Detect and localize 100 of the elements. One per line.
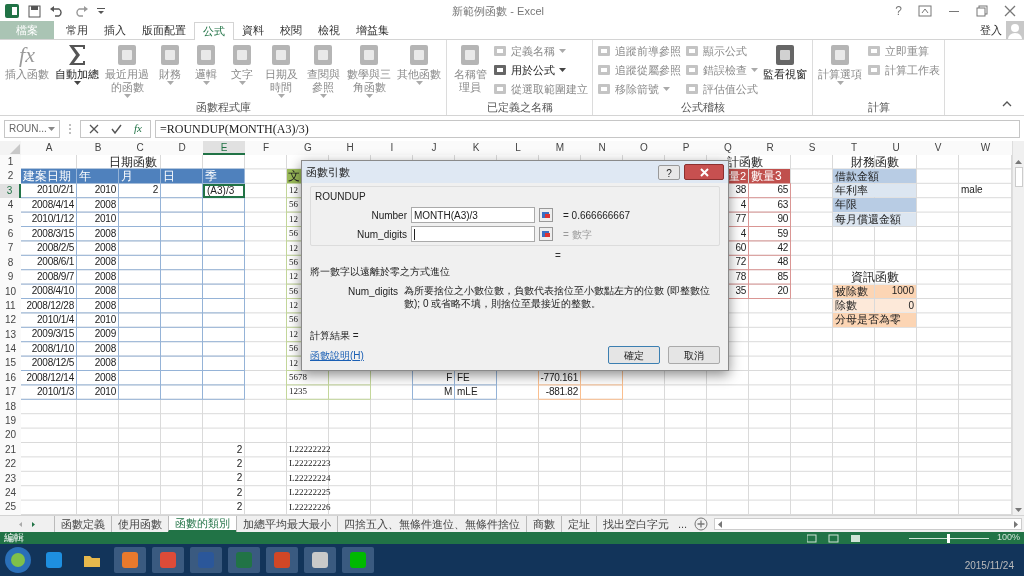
- ribbon-button[interactable]: 監看視窗: [762, 42, 808, 81]
- table-cell-text: 2008/12/28: [25, 298, 75, 313]
- row-header[interactable]: 9: [0, 270, 21, 285]
- help-link[interactable]: 函數說明(H): [310, 347, 364, 363]
- ok-button[interactable]: 確定: [608, 346, 660, 364]
- column-header[interactable]: U: [875, 141, 917, 155]
- horizontal-scrollbar[interactable]: [714, 518, 1022, 530]
- customize-icon[interactable]: [97, 7, 105, 15]
- table-cell-text: 12: [288, 270, 299, 284]
- taskbar-button[interactable]: [304, 547, 336, 573]
- column-header[interactable]: G: [287, 141, 329, 155]
- formula-input[interactable]: =ROUNDUP(MONTH(A3)/3): [154, 119, 1020, 138]
- enter-icon[interactable]: [111, 123, 122, 134]
- zoom-slider[interactable]: [908, 533, 989, 543]
- column-header[interactable]: S: [791, 141, 833, 155]
- column-header[interactable]: N: [581, 141, 623, 155]
- column-header[interactable]: R: [749, 141, 791, 155]
- column-header[interactable]: O: [623, 141, 665, 155]
- column-header[interactable]: A: [21, 141, 77, 155]
- table-cell-text: 5678: [288, 371, 308, 385]
- row-header[interactable]: 20: [0, 428, 21, 443]
- argument-field[interactable]: [411, 226, 535, 242]
- tile-icon: [867, 44, 881, 58]
- calculation-result: 計算結果 =: [310, 329, 359, 343]
- row-header[interactable]: 25: [0, 500, 21, 515]
- table-cell-text: 4: [739, 226, 747, 241]
- cancel-icon[interactable]: [89, 123, 99, 134]
- redo-icon[interactable]: [73, 5, 89, 17]
- column-header[interactable]: F: [245, 141, 287, 155]
- sheet-tab[interactable]: 函數的類別: [168, 516, 236, 532]
- insert-function-button[interactable]: fx: [134, 120, 142, 137]
- column-header[interactable]: M: [539, 141, 581, 155]
- ribbon-tab[interactable]: 插入: [96, 21, 134, 39]
- column-header[interactable]: D: [161, 141, 203, 155]
- row-header[interactable]: 7: [0, 241, 21, 256]
- ribbon-button[interactable]: 自動加總: [54, 42, 100, 85]
- column-header[interactable]: E: [203, 141, 245, 155]
- scroll-down-icon[interactable]: [1015, 507, 1022, 513]
- collapse-dialog-icon[interactable]: [539, 227, 553, 241]
- ribbon-tab[interactable]: 增益集: [348, 21, 397, 39]
- field-label: 年限: [833, 198, 916, 212]
- sign-in-link[interactable]: 登入: [976, 22, 1006, 39]
- help-button[interactable]: ?: [658, 164, 680, 180]
- vertical-scrollbar[interactable]: [1012, 141, 1024, 515]
- new-sheet-icon[interactable]: [694, 517, 709, 531]
- scroll-up-icon[interactable]: [1015, 159, 1022, 165]
- ribbon-tab[interactable]: 版面配置: [134, 21, 194, 39]
- column-header[interactable]: T: [833, 141, 875, 155]
- table-cell-text: 2008/6/1: [36, 255, 75, 270]
- column-header[interactable]: I: [371, 141, 413, 155]
- table-cell-text: 2008: [93, 241, 117, 255]
- start-button[interactable]: [4, 546, 32, 574]
- column-header[interactable]: Q: [707, 141, 749, 155]
- save-icon[interactable]: [28, 4, 41, 18]
- cancel-button[interactable]: 取消: [668, 346, 720, 364]
- scroll-left-icon[interactable]: [717, 520, 723, 528]
- collapse-dialog-icon[interactable]: [539, 208, 553, 222]
- ribbon-tab[interactable]: 校閱: [272, 21, 310, 39]
- more-tabs-button[interactable]: ...: [675, 516, 691, 532]
- close-button[interactable]: [684, 164, 724, 180]
- table-cell-text: L22222226: [288, 500, 328, 514]
- restore-icon[interactable]: [976, 5, 988, 17]
- ribbon-tab[interactable]: 常用: [58, 21, 96, 39]
- ribbon-tab[interactable]: 檢視: [310, 21, 348, 39]
- undo-icon[interactable]: [49, 5, 65, 17]
- ribbon-button[interactable]: 用於公式: [493, 62, 588, 78]
- column-header[interactable]: W: [959, 141, 1012, 155]
- grip-icon: [68, 122, 72, 135]
- taskbar-date: 2015/11/24: [964, 559, 1014, 573]
- row-header[interactable]: 2: [0, 169, 21, 184]
- row-header[interactable]: 15: [0, 356, 21, 371]
- column-header[interactable]: V: [917, 141, 959, 155]
- column-header[interactable]: K: [455, 141, 497, 155]
- ribbon-display-icon[interactable]: [918, 5, 932, 17]
- name-box[interactable]: ROUN...: [4, 119, 60, 138]
- table-cell-text: 12: [288, 299, 299, 313]
- collapse-icon[interactable]: [1002, 101, 1012, 107]
- column-header[interactable]: C: [119, 141, 161, 155]
- close-icon[interactable]: [1004, 5, 1016, 17]
- scroll-right-icon[interactable]: [1014, 520, 1019, 528]
- row-header[interactable]: 14: [0, 342, 21, 357]
- slider-thumb[interactable]: [947, 533, 951, 543]
- scroll-thumb[interactable]: [1014, 167, 1023, 187]
- row-header[interactable]: 19: [0, 414, 21, 429]
- row-header[interactable]: 12: [0, 313, 21, 328]
- row-header[interactable]: 17: [0, 385, 21, 400]
- ribbon-tab[interactable]: 資料: [234, 21, 272, 39]
- row-header[interactable]: 22: [0, 457, 21, 472]
- table-cell-text: M: [442, 385, 453, 399]
- column-header[interactable]: B: [77, 141, 119, 155]
- column-header[interactable]: J: [413, 141, 455, 155]
- field-label: 分母是否為零: [833, 313, 916, 327]
- ribbon-tab[interactable]: 公式: [194, 22, 234, 40]
- row-header[interactable]: 4: [0, 198, 21, 213]
- column-header[interactable]: P: [665, 141, 707, 155]
- help-button[interactable]: ?: [891, 2, 906, 20]
- column-header[interactable]: L: [497, 141, 539, 155]
- column-header[interactable]: H: [329, 141, 371, 155]
- argument-field[interactable]: MONTH(A3)/3: [411, 207, 535, 223]
- row-header[interactable]: 1: [0, 155, 21, 170]
